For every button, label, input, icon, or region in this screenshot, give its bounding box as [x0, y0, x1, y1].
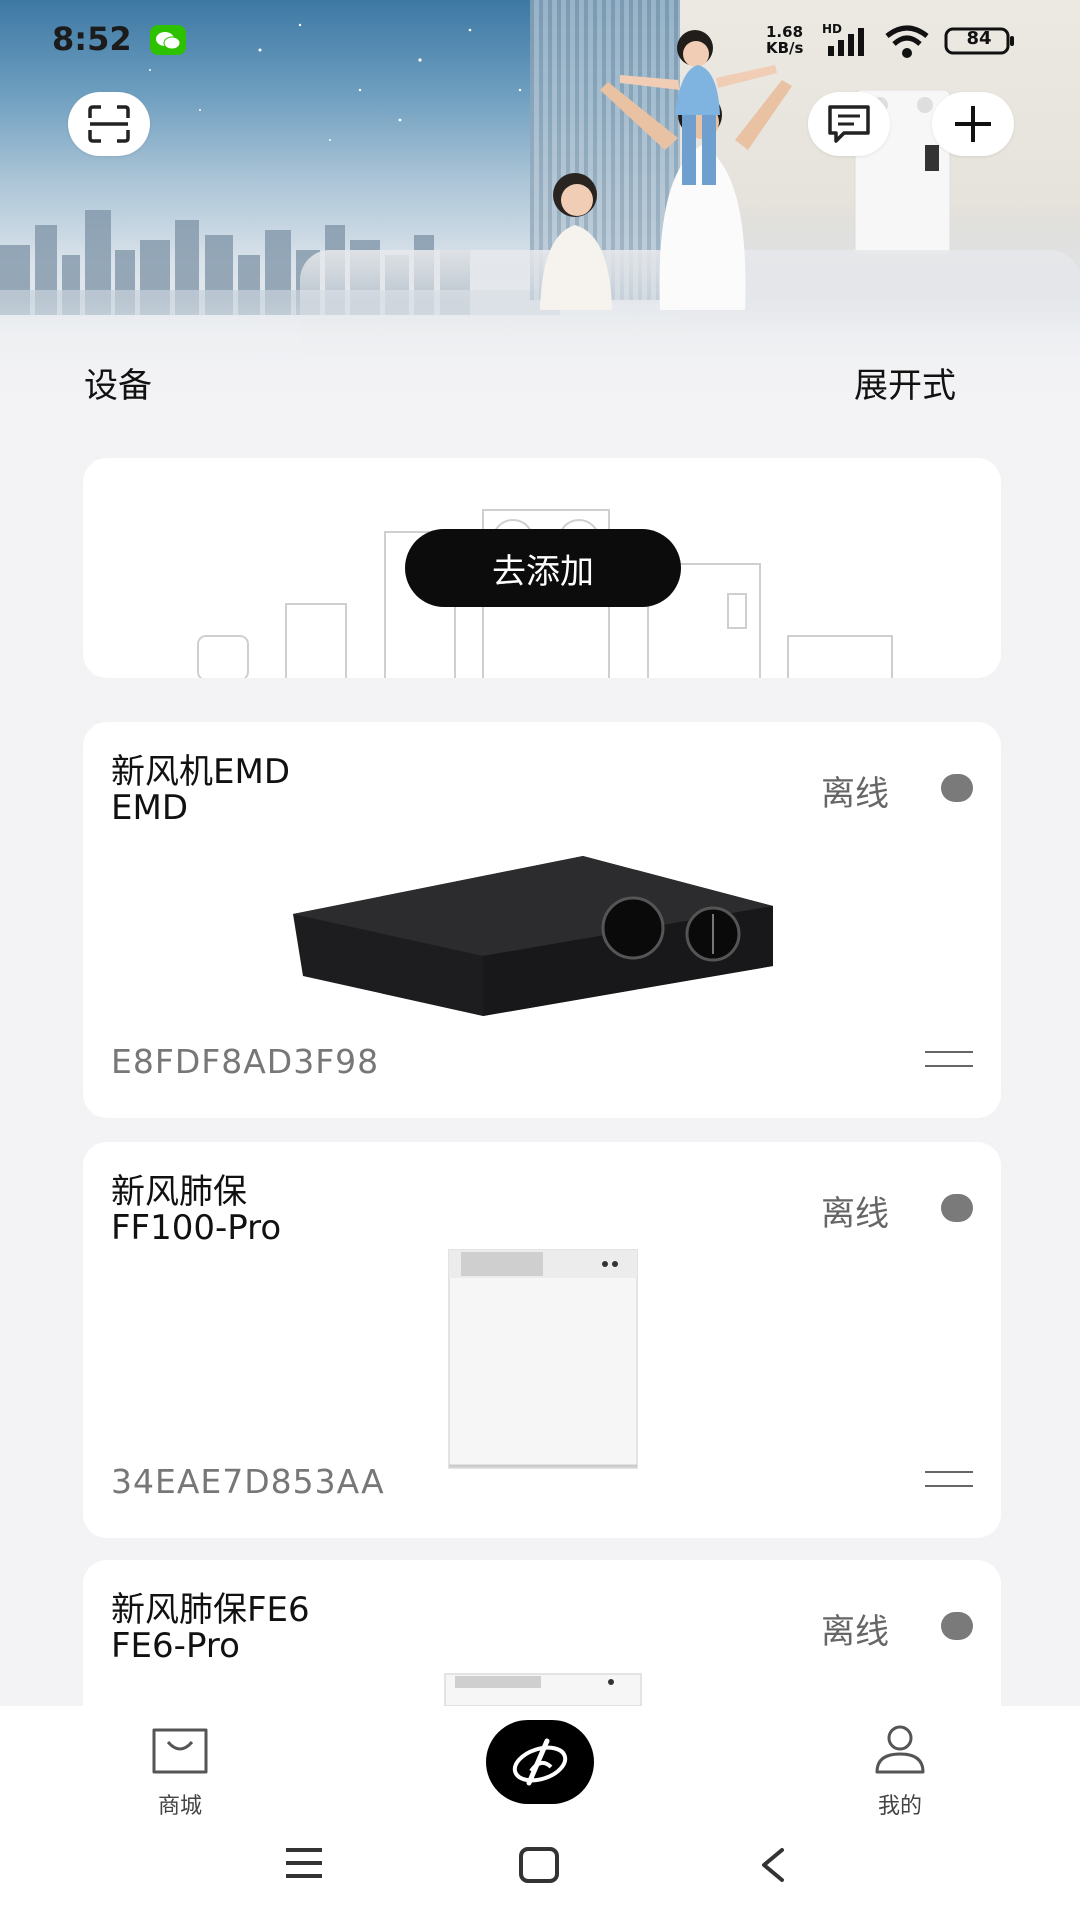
device-id: E8FDF8AD3F98 [111, 1042, 380, 1081]
home-logo-button[interactable] [486, 1720, 594, 1804]
user-icon [875, 1725, 925, 1774]
back-icon[interactable] [758, 1846, 788, 1884]
home-square-icon[interactable] [518, 1846, 560, 1884]
device-name: 新风肺保FE6 [111, 1590, 310, 1630]
drag-handle-icon[interactable] [925, 1048, 973, 1070]
wechat-notification-icon [150, 25, 186, 55]
message-icon [828, 105, 870, 143]
device-name: 新风机EMD [111, 752, 290, 792]
go-add-button[interactable]: 去添加 [405, 529, 681, 607]
bottom-nav: 商城 我的 [0, 1706, 1080, 1920]
wifi-icon [885, 25, 929, 58]
section-title: 设备 [84, 366, 152, 406]
status-time: 8:52 [52, 20, 132, 58]
ff100-device-image [448, 1249, 638, 1469]
hero-banner [0, 0, 1080, 420]
device-card[interactable]: 新风肺保 FF100-Pro 离线 34EAE7D853AA [83, 1142, 1001, 1538]
offline-dot [941, 774, 973, 802]
scan-icon [88, 105, 130, 143]
family-illustration [540, 30, 792, 310]
device-status: 离线 [821, 1612, 889, 1652]
device-model: FF100-Pro [111, 1208, 282, 1248]
scan-button[interactable] [68, 92, 150, 156]
net-speed-value: 1.68 [766, 23, 804, 41]
device-card[interactable]: 新风肺保FE6 FE6-Pro 离线 [83, 1560, 1001, 1706]
add-device-card: 去添加 [83, 458, 1001, 678]
battery-level: 84 [966, 28, 992, 49]
expand-view-toggle[interactable]: 展开式 [854, 358, 956, 407]
device-status: 离线 [821, 1194, 889, 1234]
device-name: 新风肺保 [111, 1172, 247, 1212]
nav-mine-label: 我的 [877, 1794, 922, 1819]
nav-shop[interactable]: 商城 [140, 1724, 220, 1820]
device-model: FE6-Pro [111, 1626, 240, 1666]
device-id: 34EAE7D853AA [111, 1462, 385, 1501]
add-button[interactable] [932, 92, 1014, 156]
drag-handle-icon[interactable] [925, 1468, 973, 1490]
message-button[interactable] [808, 92, 890, 156]
brand-logo-icon [512, 1738, 568, 1786]
shopping-bag-icon [152, 1728, 208, 1774]
nav-shop-label: 商城 [157, 1794, 202, 1819]
menu-icon[interactable] [284, 1846, 324, 1880]
plus-icon [955, 106, 991, 142]
net-speed-unit: KB/s [766, 39, 804, 57]
signal-icon [828, 28, 864, 56]
device-card[interactable]: 新风机EMD EMD 离线 E8FDF8AD3F98 [83, 722, 1001, 1118]
device-model: EMD [111, 788, 188, 828]
nav-mine[interactable]: 我的 [860, 1724, 940, 1820]
fe6-device-image [444, 1673, 642, 1706]
offline-dot [941, 1194, 973, 1222]
device-status: 离线 [821, 774, 889, 814]
emd-device-image [293, 856, 773, 1016]
offline-dot [941, 1612, 973, 1640]
net-speed: 1.68 KB/s [766, 24, 803, 56]
